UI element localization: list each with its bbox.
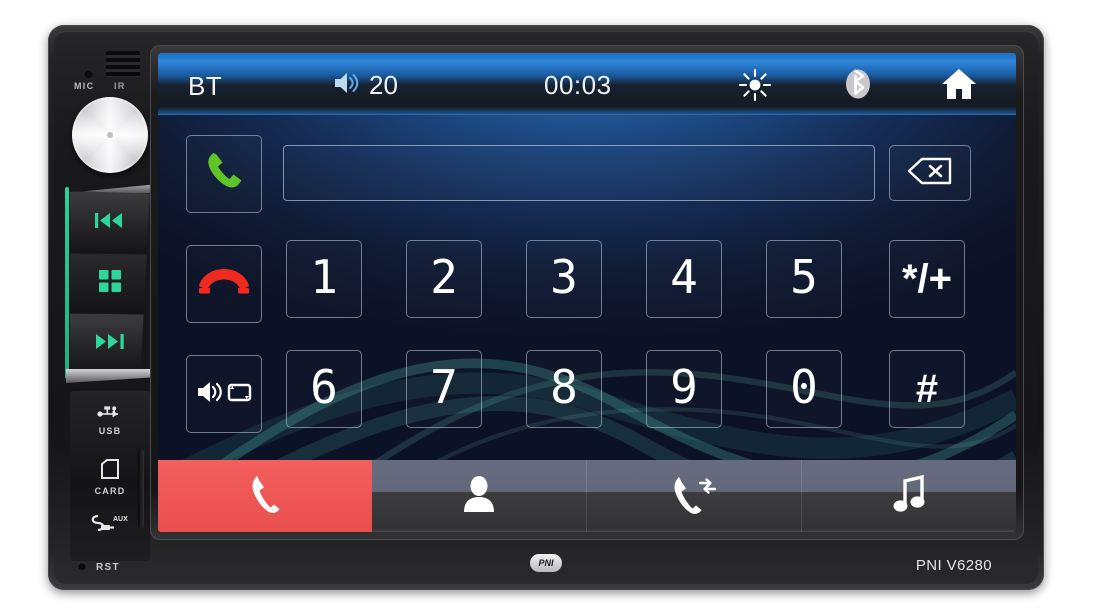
- bluetooth-button[interactable]: [843, 66, 873, 107]
- brand-logo-badge: PNI: [530, 554, 562, 572]
- aux-jack-icon: AUX: [88, 514, 132, 537]
- ir-label: IR: [114, 81, 126, 91]
- next-track-button[interactable]: [70, 313, 144, 373]
- usb-port[interactable]: USB: [70, 405, 150, 436]
- brightness-sun-icon: [738, 68, 772, 106]
- tab-dialer[interactable]: [158, 460, 372, 532]
- left-control-column: MIC IR USB CARD AUX: [62, 39, 154, 561]
- home-button[interactable]: [941, 67, 977, 106]
- previous-track-icon: [95, 212, 125, 234]
- screen-bezel: BT 20 00:03 1 2 3 4 5 */+ 6 7 8 9 0 #: [150, 45, 1024, 540]
- side-accent-light: [65, 187, 69, 379]
- bottom-bezel: RST PNI PNI V6280: [54, 540, 1038, 584]
- next-track-icon: [95, 333, 125, 355]
- volume-power-knob[interactable]: [72, 97, 148, 173]
- bottom-tab-bar: [158, 460, 1016, 532]
- key-star-plus[interactable]: */+: [889, 240, 965, 318]
- brightness-button[interactable]: [738, 68, 772, 107]
- speaker-volume-icon: [333, 70, 363, 101]
- bluetooth-icon: [843, 69, 873, 106]
- key-0[interactable]: 0: [766, 350, 842, 428]
- music-note-icon: [892, 474, 926, 518]
- knob-center-dot: [107, 132, 113, 138]
- tab-music[interactable]: [802, 460, 1016, 532]
- device-front-panel: MIC IR USB CARD AUX BT 20 00:03 1 2 3 4 …: [54, 31, 1038, 584]
- reset-label: RST: [96, 562, 120, 573]
- phone-handset-icon: [248, 474, 282, 519]
- key-6[interactable]: 6: [286, 350, 362, 428]
- key-4[interactable]: 4: [646, 240, 722, 318]
- speaker-swap-icon: [196, 378, 252, 411]
- key-7[interactable]: 7: [406, 350, 482, 428]
- dialer-panel: 1 2 3 4 5 */+ 6 7 8 9 0 #: [158, 115, 1016, 460]
- key-hash[interactable]: #: [889, 350, 965, 428]
- chrome-bevel-top: [66, 184, 152, 193]
- clock: 00:03: [544, 70, 612, 100]
- phone-number-input[interactable]: [283, 145, 875, 201]
- volume-value: 20: [369, 70, 398, 100]
- reset-button[interactable]: [78, 562, 86, 570]
- ir-receiver-grille: [106, 51, 140, 77]
- status-bar: BT 20 00:03: [158, 53, 1016, 115]
- source-label: BT: [188, 71, 223, 101]
- key-9[interactable]: 9: [646, 350, 722, 428]
- home-icon: [941, 69, 977, 105]
- backspace-icon: [907, 156, 953, 191]
- phone-hangup-icon: [198, 266, 250, 303]
- hangup-button[interactable]: [186, 245, 262, 323]
- touchscreen-display[interactable]: BT 20 00:03 1 2 3 4 5 */+ 6 7 8 9 0 #: [158, 53, 1016, 532]
- tab-contacts[interactable]: [372, 460, 587, 532]
- volume-indicator[interactable]: 20: [333, 70, 398, 101]
- key-8[interactable]: 8: [526, 350, 602, 428]
- menu-button[interactable]: [70, 253, 147, 313]
- usb-icon: [97, 406, 123, 423]
- previous-track-button[interactable]: [70, 191, 150, 253]
- audio-transfer-button[interactable]: [186, 355, 262, 433]
- mic-label: MIC: [74, 81, 95, 91]
- key-1[interactable]: 1: [286, 240, 362, 318]
- sd-card-icon: [101, 459, 119, 483]
- tab-call-history[interactable]: [587, 460, 802, 532]
- svg-text:AUX: AUX: [113, 516, 128, 523]
- backspace-button[interactable]: [889, 145, 971, 201]
- phone-transfer-icon: [671, 474, 717, 519]
- usb-label: USB: [98, 426, 122, 436]
- memory-card-slot-opening[interactable]: [138, 449, 144, 529]
- person-icon: [462, 475, 496, 518]
- model-label: PNI V6280: [915, 557, 992, 574]
- car-stereo-device: MIC IR USB CARD AUX BT 20 00:03 1 2 3 4 …: [48, 25, 1044, 590]
- key-2[interactable]: 2: [406, 240, 482, 318]
- grid-menu-icon: [99, 270, 121, 297]
- chrome-bevel-bottom: [66, 369, 152, 383]
- key-5[interactable]: 5: [766, 240, 842, 318]
- call-button[interactable]: [186, 135, 262, 213]
- microphone-hole: [84, 69, 93, 78]
- phone-call-icon: [201, 149, 247, 200]
- key-3[interactable]: 3: [526, 240, 602, 318]
